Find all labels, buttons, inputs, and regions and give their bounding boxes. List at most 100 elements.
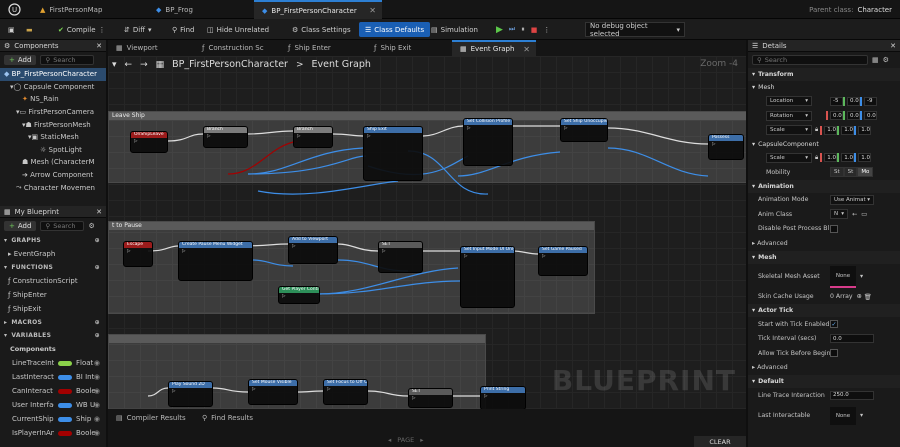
node-exec-pin-icon[interactable]: ▷ — [131, 138, 167, 146]
add-element-icon[interactable]: ⊕ — [857, 293, 862, 300]
macros-section[interactable]: ▸ MACROS ⊕ — [0, 316, 106, 329]
node-exec-pin-icon[interactable]: ▷ — [379, 248, 422, 256]
visibility-eye-icon[interactable]: ◉ — [94, 401, 100, 409]
component-item[interactable]: ☼ SpotLight — [0, 144, 106, 157]
variable-item[interactable]: CurrentShip Ship ◉ — [0, 412, 106, 426]
prev-page-icon[interactable]: ◂ — [388, 436, 391, 444]
capsule-scale-z[interactable]: 1.0 — [858, 153, 872, 163]
rotation-y[interactable]: 0.0 — [847, 111, 860, 121]
blueprint-node[interactable]: Print String ▷ — [480, 386, 526, 409]
functions-section[interactable]: ▾ FUNCTIONS ⊕ — [0, 261, 106, 274]
debug-object-select[interactable]: No debug object selected ▾ — [585, 22, 685, 38]
visibility-eye-icon[interactable]: ◉ — [94, 359, 100, 367]
node-exec-pin-icon[interactable]: ▷ — [561, 125, 607, 133]
location-dropdown[interactable]: Location ▾ — [766, 96, 812, 107]
tab-construction-script[interactable]: ƒ Construction Sc — [194, 40, 278, 56]
play-icon[interactable]: ▶ — [496, 25, 503, 35]
node-exec-pin-icon[interactable]: ▷ — [279, 293, 319, 301]
add-function-icon[interactable]: ⊕ — [95, 264, 100, 271]
blueprint-node[interactable]: Add to Viewport ▷ — [288, 236, 338, 264]
blueprint-node[interactable]: Create Pause Menu Widget ▷ — [178, 241, 253, 281]
animation-mode-select[interactable]: Use Animat ▾ — [830, 194, 874, 205]
blueprint-node[interactable]: Set Focus to Off Challenge▷ — [323, 379, 368, 405]
component-item[interactable]: ▾◯ Capsule Component — [0, 81, 106, 94]
close-icon[interactable]: ✕ — [96, 42, 102, 50]
variable-item[interactable]: IsPlayerInAny Boole◉ — [0, 426, 106, 440]
close-icon[interactable]: ✕ — [890, 42, 896, 50]
rotation-z[interactable]: 0.0 — [864, 111, 877, 121]
location-y[interactable]: 0.0 — [847, 96, 860, 106]
component-item[interactable]: ◆ BP_FirstPersonCharacter — [0, 68, 106, 81]
unreal-logo-icon[interactable]: U — [0, 0, 30, 19]
save-button[interactable]: ▣ — [8, 22, 15, 37]
grid-view-icon[interactable]: ▦ — [872, 56, 879, 64]
visibility-eye-icon[interactable]: ◉ — [94, 373, 100, 381]
node-exec-pin-icon[interactable]: ▷ — [289, 243, 337, 251]
chevron-down-icon[interactable]: ▾ — [860, 412, 863, 419]
blueprint-node[interactable]: Branch ▷ — [293, 126, 333, 148]
capsule-subsection[interactable]: ▾ CapsuleComponent — [748, 137, 900, 151]
visibility-eye-icon[interactable]: ◉ — [94, 415, 100, 423]
animation-section[interactable]: ▾ Animation — [748, 179, 900, 193]
chevron-down-icon[interactable]: ▾ — [860, 273, 863, 280]
blueprint-node[interactable]: Get Player Controller▷ — [278, 286, 320, 304]
mobility-static[interactable]: St — [830, 167, 844, 178]
node-exec-pin-icon[interactable]: ▷ — [124, 248, 152, 256]
close-tab-icon[interactable]: ✕ — [523, 45, 530, 54]
tick-advanced-row[interactable]: ▸ Advanced — [748, 361, 900, 376]
mobility-stationary[interactable]: St — [843, 167, 858, 178]
component-item[interactable]: ▾☗ FirstPersonMesh — [0, 118, 106, 131]
trash-icon[interactable]: 🗑︎ — [864, 293, 872, 301]
graph-item[interactable]: ▸ EventGraph — [0, 247, 106, 261]
class-defaults-button[interactable]: ☰ Class Defaults — [359, 22, 431, 37]
tab-event-graph[interactable]: ▦ Event Graph ✕ — [452, 40, 536, 56]
blueprint-node[interactable]: Set Game Paused ▷ — [538, 246, 588, 276]
blueprint-node[interactable]: Possess ▷ — [708, 134, 744, 160]
node-exec-pin-icon[interactable]: ▷ — [364, 133, 422, 141]
visibility-eye-icon[interactable]: ◉ — [94, 429, 100, 437]
add-graph-icon[interactable]: ⊕ — [95, 237, 100, 244]
blueprint-search-input[interactable]: ⚲ Search — [40, 221, 85, 231]
clear-button[interactable]: CLEAR — [694, 436, 746, 447]
settings-icon[interactable]: ⚙ — [88, 222, 94, 230]
tab-firstpersonmap[interactable]: ▲ FirstPersonMap — [32, 0, 147, 19]
class-settings-button[interactable]: ⚙ Class Settings — [292, 22, 351, 37]
rotation-dropdown[interactable]: Rotation ▾ — [766, 110, 812, 121]
component-item[interactable]: ☗ Mesh (CharacterM — [0, 156, 106, 169]
tab-bp-frog[interactable]: ◆ BP_Frog — [148, 0, 253, 19]
function-item[interactable]: ƒ ConstructionScript — [0, 274, 106, 288]
component-item[interactable]: ✦ NS_Rain — [0, 93, 106, 106]
variable-item[interactable]: LastInteracta BI Int ◉ — [0, 370, 106, 384]
scale-dropdown[interactable]: Scale ▾ — [766, 125, 812, 136]
capsule-scale-x[interactable]: 1.0 — [824, 153, 838, 163]
last-interactable-thumbnail[interactable]: None — [830, 406, 856, 425]
close-icon[interactable]: ✕ — [96, 208, 102, 216]
blueprint-node[interactable]: OnShipLeave ▷ — [130, 131, 168, 153]
anim-class-select[interactable]: N ▾ — [830, 209, 848, 220]
stop-icon[interactable]: ■ — [531, 26, 538, 34]
node-exec-pin-icon[interactable]: ▷ — [481, 393, 525, 401]
lock-icon[interactable]: 🔒︎ — [815, 126, 818, 134]
find-button[interactable]: ⚲ Find — [172, 22, 194, 37]
components-category[interactable]: Components — [0, 342, 106, 356]
tab-compiler-results[interactable]: ▤ Compiler Results — [108, 409, 192, 427]
mesh-subsection[interactable]: ▾ Mesh — [748, 81, 900, 94]
visibility-eye-icon[interactable]: ◉ — [94, 387, 100, 395]
node-exec-pin-icon[interactable]: ▷ — [204, 133, 247, 141]
animation-advanced-row[interactable]: ▸ Advanced — [748, 236, 900, 251]
add-component-button[interactable]: + Add — [4, 55, 37, 65]
tab-viewport[interactable]: ▦ Viewport — [108, 40, 192, 56]
settings-icon[interactable]: ⚙ — [883, 56, 889, 64]
node-exec-pin-icon[interactable]: ▷ — [179, 248, 252, 256]
allow-tick-checkbox[interactable] — [830, 349, 838, 358]
variable-item[interactable]: User Interfac WB U ◉ — [0, 398, 106, 412]
add-variable-icon[interactable]: ⊕ — [95, 332, 100, 339]
variable-item[interactable]: CanInteract Boole ◉ — [0, 384, 106, 398]
variables-section[interactable]: ▾ VARIABLES ⊕ — [0, 329, 106, 342]
hide-unrelated-button[interactable]: ◫ Hide Unrelated — [207, 22, 269, 37]
component-item[interactable]: ▾▣ StaticMesh — [0, 131, 106, 144]
scale-z[interactable]: 1.0 — [858, 125, 872, 135]
diff-button[interactable]: ⇵ Diff ▾ — [124, 22, 152, 37]
transform-section[interactable]: ▾ Transform — [748, 68, 900, 81]
lock-icon[interactable]: 🔒︎ — [815, 154, 818, 162]
